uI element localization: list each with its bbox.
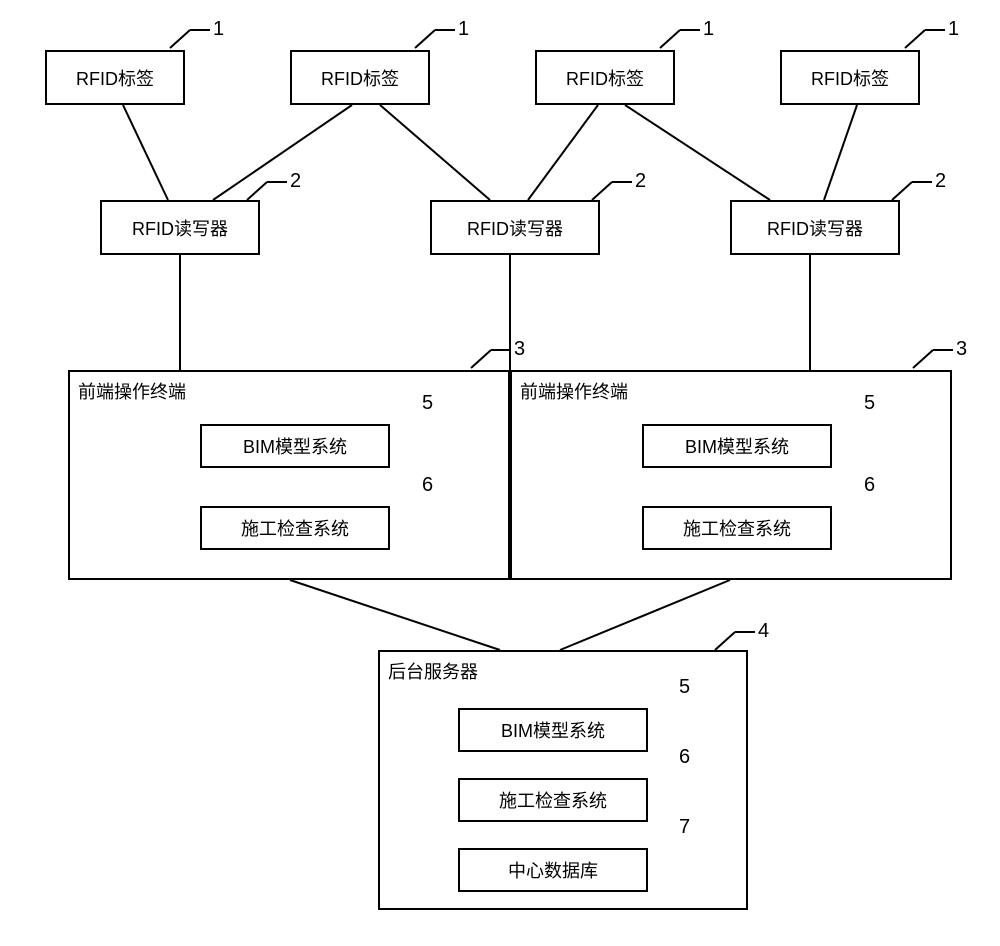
rfid-reader-label: RFID读写器 [132,215,228,241]
bim-system-box: BIM模型系统 [458,708,648,752]
number-2: 2 [635,170,646,193]
number-1: 1 [458,18,469,41]
number-3: 3 [514,338,525,361]
construction-inspection-box: 施工检查系统 [200,506,390,550]
backend-server-box: 后台服务器 BIM模型系统 施工检查系统 中心数据库 [378,650,748,910]
rfid-reader-box: RFID读写器 [430,200,600,255]
rfid-reader-label: RFID读写器 [467,215,563,241]
rfid-tag-label: RFID标签 [811,65,889,91]
frontend-terminal-box: 前端操作终端 BIM模型系统 施工检查系统 [68,370,510,580]
construction-inspection-box: 施工检查系统 [642,506,832,550]
number-1: 1 [213,18,224,41]
rfid-tag-box: RFID标签 [535,50,675,105]
construction-inspection-box: 施工检查系统 [458,778,648,822]
construction-inspection-label: 施工检查系统 [683,515,791,541]
number-6: 6 [679,746,690,769]
rfid-tag-label: RFID标签 [321,65,399,91]
central-database-label: 中心数据库 [508,857,598,883]
bim-system-box: BIM模型系统 [200,424,390,468]
rfid-tag-label: RFID标签 [566,65,644,91]
rfid-reader-box: RFID读写器 [100,200,260,255]
rfid-reader-label: RFID读写器 [767,215,863,241]
number-1: 1 [703,18,714,41]
bim-system-label: BIM模型系统 [501,717,605,743]
rfid-tag-box: RFID标签 [45,50,185,105]
number-1: 1 [948,18,959,41]
construction-inspection-label: 施工检查系统 [499,787,607,813]
bim-system-box: BIM模型系统 [642,424,832,468]
rfid-tag-box: RFID标签 [780,50,920,105]
number-7: 7 [679,816,690,839]
number-5: 5 [422,392,433,415]
number-6: 6 [864,474,875,497]
rfid-tag-box: RFID标签 [290,50,430,105]
number-2: 2 [935,170,946,193]
number-4: 4 [758,620,769,643]
backend-server-label: 后台服务器 [388,658,478,684]
number-6: 6 [422,474,433,497]
frontend-terminal-box: 前端操作终端 BIM模型系统 施工检查系统 [510,370,952,580]
number-5: 5 [864,392,875,415]
rfid-tag-label: RFID标签 [76,65,154,91]
frontend-terminal-label: 前端操作终端 [78,378,186,404]
central-database-box: 中心数据库 [458,848,648,892]
number-3: 3 [956,338,967,361]
number-5: 5 [679,676,690,699]
bim-system-label: BIM模型系统 [243,433,347,459]
bim-system-label: BIM模型系统 [685,433,789,459]
diagram-canvas: RFID标签 1 RFID标签 1 RFID标签 1 RFID标签 1 RFID… [0,0,1000,946]
construction-inspection-label: 施工检查系统 [241,515,349,541]
rfid-reader-box: RFID读写器 [730,200,900,255]
frontend-terminal-label: 前端操作终端 [520,378,628,404]
number-2: 2 [290,170,301,193]
